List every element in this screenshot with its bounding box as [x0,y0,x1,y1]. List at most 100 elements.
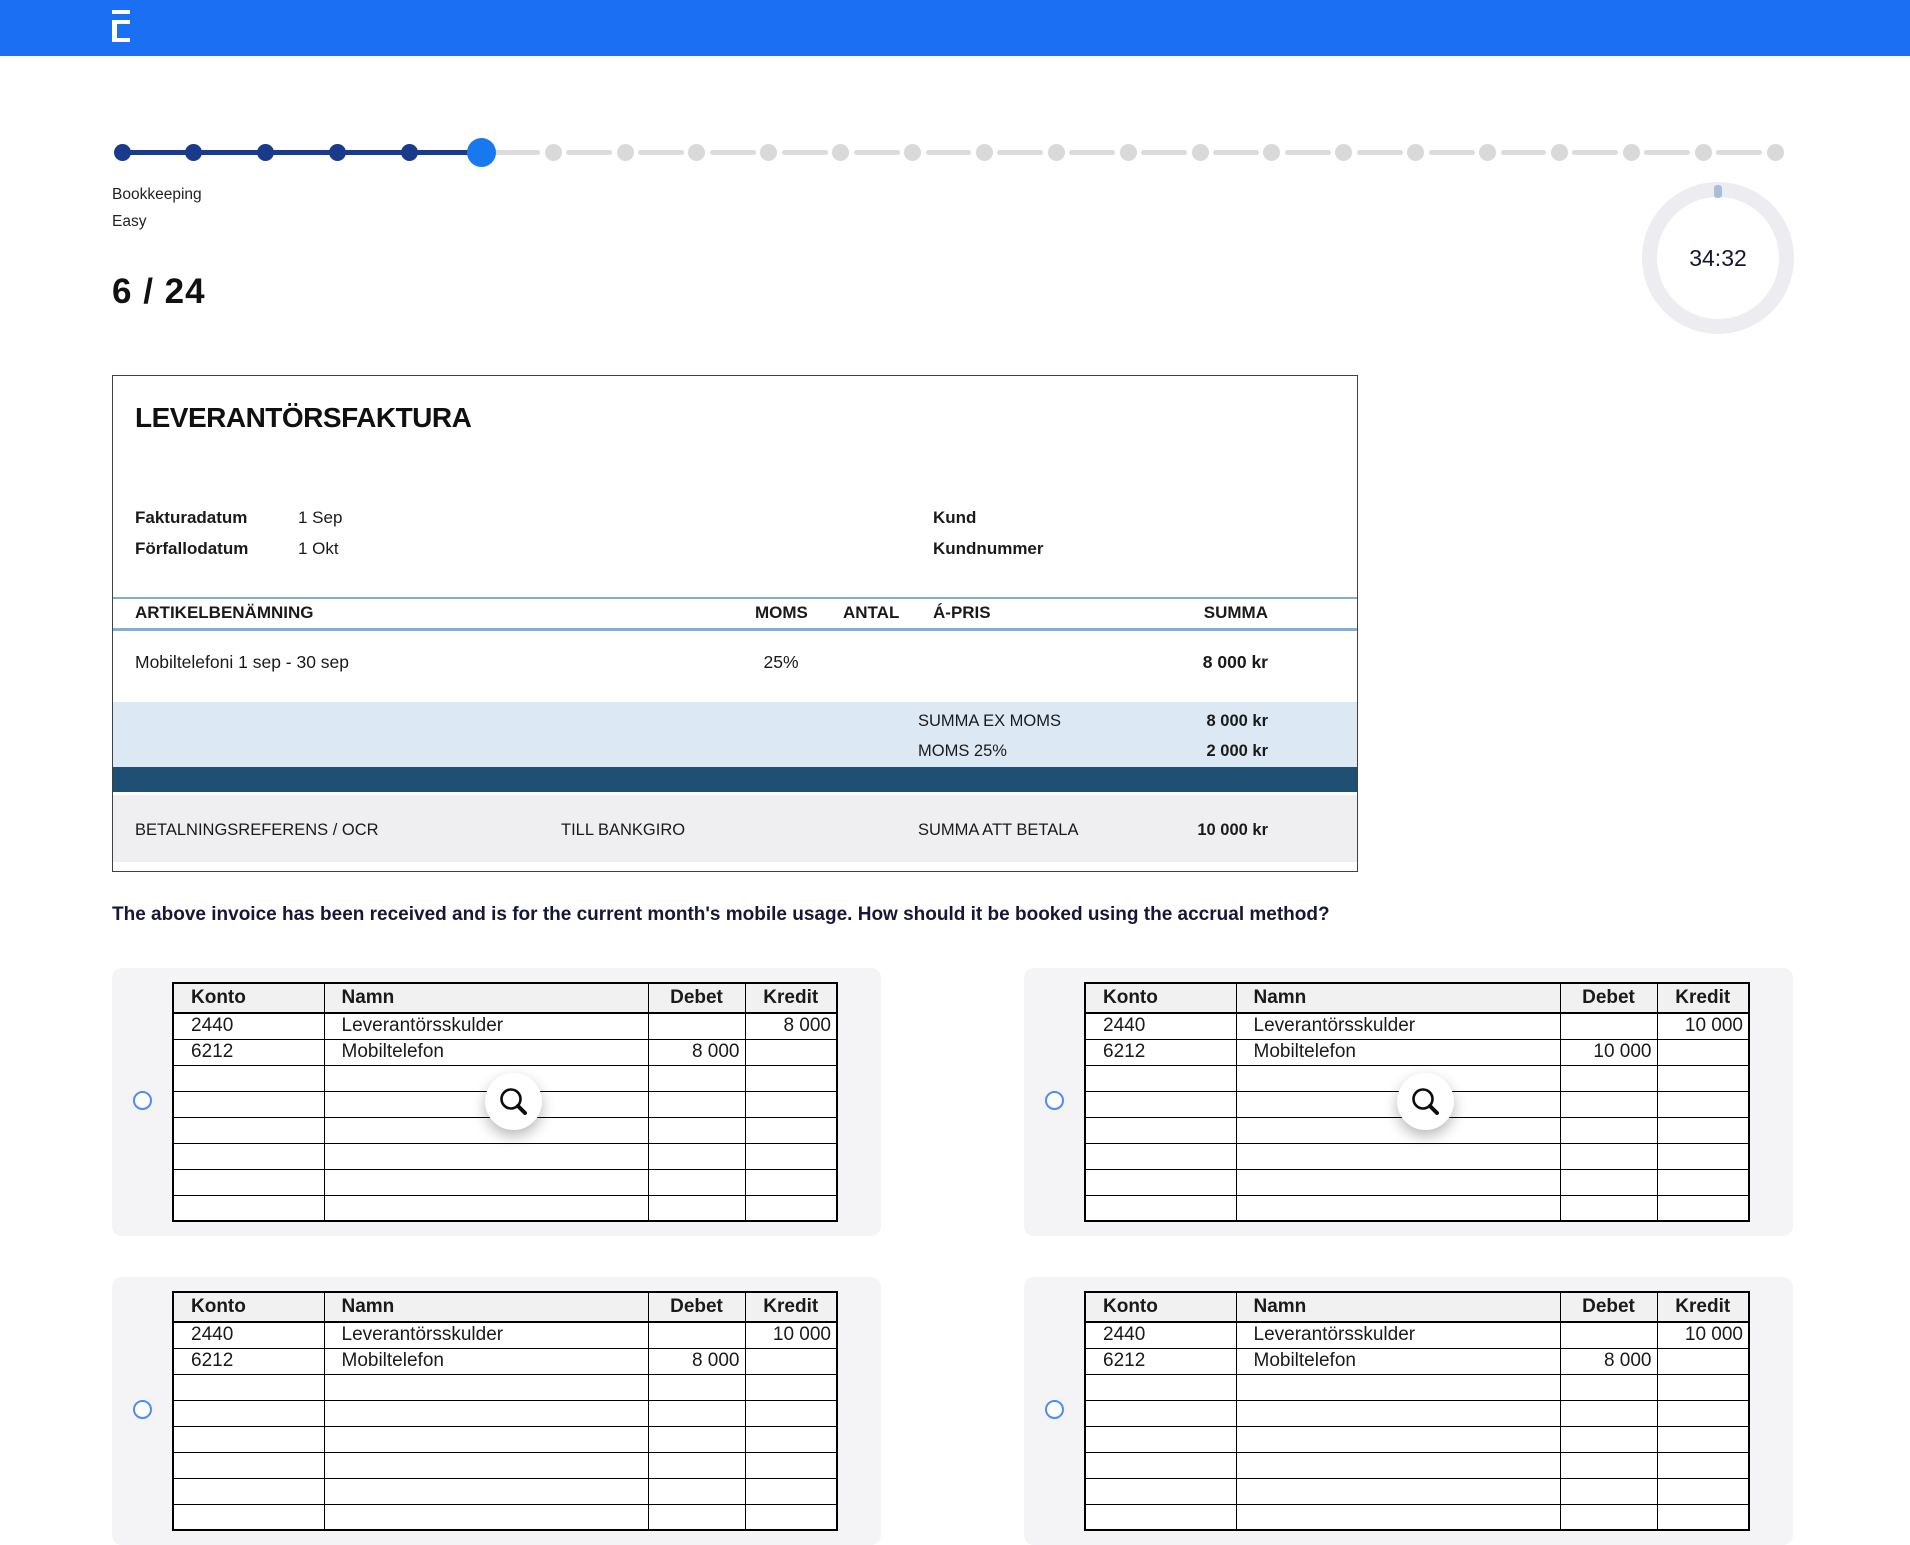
answer-option-3-card[interactable]: KontoNamnDebetKredit2440Leverantörsskuld… [112,1277,881,1545]
answer-option-2-card[interactable]: KontoNamnDebetKredit2440Leverantörsskuld… [1024,968,1793,1236]
cell-konto [1085,1452,1236,1478]
step-segment [638,150,684,155]
cell-namn [324,1452,648,1478]
answer-option-2-radio[interactable] [1045,1091,1064,1110]
empty-row [173,1452,837,1478]
journal-entry-row: 6212Mobiltelefon8 000 [173,1039,837,1065]
cell-debet [1560,1117,1657,1143]
col-total-header: SUMMA [1204,603,1268,623]
column-header-debet: Debet [648,983,745,1013]
cell-debet [1560,1374,1657,1400]
answer-option-4-radio[interactable] [1045,1400,1064,1419]
cell-namn: Leverantörsskulder [1236,1013,1560,1039]
empty-row [173,1400,837,1426]
empty-row [1085,1426,1749,1452]
step-dot-7 [545,144,562,161]
answer-option-1-card[interactable]: KontoNamnDebetKredit2440Leverantörsskuld… [112,968,881,1236]
step-dot-9 [688,144,705,161]
step-dot-10 [760,144,777,161]
journal-entry-row: 6212Mobiltelefon8 000 [1085,1348,1749,1374]
step-segment [1644,150,1690,155]
cell-namn [324,1065,648,1091]
cell-debet [648,1504,745,1530]
amount-due-value: 10 000 kr [1197,821,1268,840]
step-dot-18 [1335,144,1352,161]
logo-bracket [112,20,130,42]
column-header-debet: Debet [648,1292,745,1322]
step-dot-1 [114,144,131,161]
step-dot-21 [1551,144,1568,161]
quiz-difficulty-label: Easy [112,213,146,231]
empty-row [173,1504,837,1530]
column-header-konto: Konto [173,983,324,1013]
answer-option-4-card[interactable]: KontoNamnDebetKredit2440Leverantörsskuld… [1024,1277,1793,1545]
journal-entry-row: 2440Leverantörsskulder8 000 [173,1013,837,1039]
step-dot-23 [1695,144,1712,161]
cell-debet [1560,1400,1657,1426]
cell-kredit [1657,1065,1749,1091]
cell-kredit [1657,1374,1749,1400]
app-header [0,0,1910,56]
invoice-image: LEVERANTÖRSFAKTURA Fakturadatum 1 Sep Fö… [112,375,1358,872]
empty-row [173,1374,837,1400]
answer-option-4-table: KontoNamnDebetKredit2440Leverantörsskuld… [1084,1291,1750,1531]
step-segment [122,150,194,155]
column-header-kredit: Kredit [745,1292,837,1322]
cell-namn [1236,1478,1560,1504]
cell-debet [648,1374,745,1400]
step-dot-24 [1767,144,1784,161]
cell-konto [1085,1117,1236,1143]
amount-due-label: SUMMA ATT BETALA [918,821,1078,840]
cell-konto [173,1478,324,1504]
cell-konto: 2440 [1085,1322,1236,1348]
step-segment [1716,150,1762,155]
cell-kredit [1657,1091,1749,1117]
magnifier-icon[interactable] [1397,1073,1454,1130]
cell-namn: Mobiltelefon [324,1348,648,1374]
empty-row [1085,1169,1749,1195]
cell-debet [1560,1143,1657,1169]
cell-kredit [1657,1348,1749,1374]
cell-debet [1560,1091,1657,1117]
journal-entry-row: 6212Mobiltelefon8 000 [173,1348,837,1374]
cell-konto [173,1117,324,1143]
cell-konto [173,1065,324,1091]
step-segment [1357,150,1403,155]
cell-kredit: 8 000 [745,1013,837,1039]
cell-namn [324,1195,648,1221]
cell-kredit [745,1117,837,1143]
cell-debet [648,1400,745,1426]
cell-debet [648,1322,745,1348]
answer-option-3-radio[interactable] [133,1400,152,1419]
cell-debet [648,1013,745,1039]
cell-debet [1560,1195,1657,1221]
cell-kredit [1657,1504,1749,1530]
empty-row [1085,1374,1749,1400]
subtotal-label: SUMMA EX MOMS [918,712,1061,731]
column-header-namn: Namn [1236,983,1560,1013]
answer-option-1-radio[interactable] [133,1091,152,1110]
step-segment [926,150,972,155]
due-date-value: 1 Okt [298,539,339,559]
step-dot-20 [1479,144,1496,161]
cell-debet [648,1117,745,1143]
empty-row [1085,1143,1749,1169]
cell-kredit [745,1065,837,1091]
cell-kredit [745,1504,837,1530]
cell-debet [648,1091,745,1117]
cell-konto [173,1504,324,1530]
cell-kredit [1657,1143,1749,1169]
step-dot-16 [1192,144,1209,161]
cell-debet [648,1169,745,1195]
magnifier-icon[interactable] [485,1073,542,1130]
cell-debet: 10 000 [1560,1039,1657,1065]
table-rule-bottom [113,628,1357,631]
step-dot-17 [1263,144,1280,161]
app-logo-icon[interactable] [112,10,132,42]
cell-namn [324,1400,648,1426]
cell-namn [324,1374,648,1400]
bankgiro-label: TILL BANKGIRO [561,821,685,840]
cell-konto [173,1143,324,1169]
cell-debet [648,1452,745,1478]
column-header-kredit: Kredit [1657,983,1749,1013]
